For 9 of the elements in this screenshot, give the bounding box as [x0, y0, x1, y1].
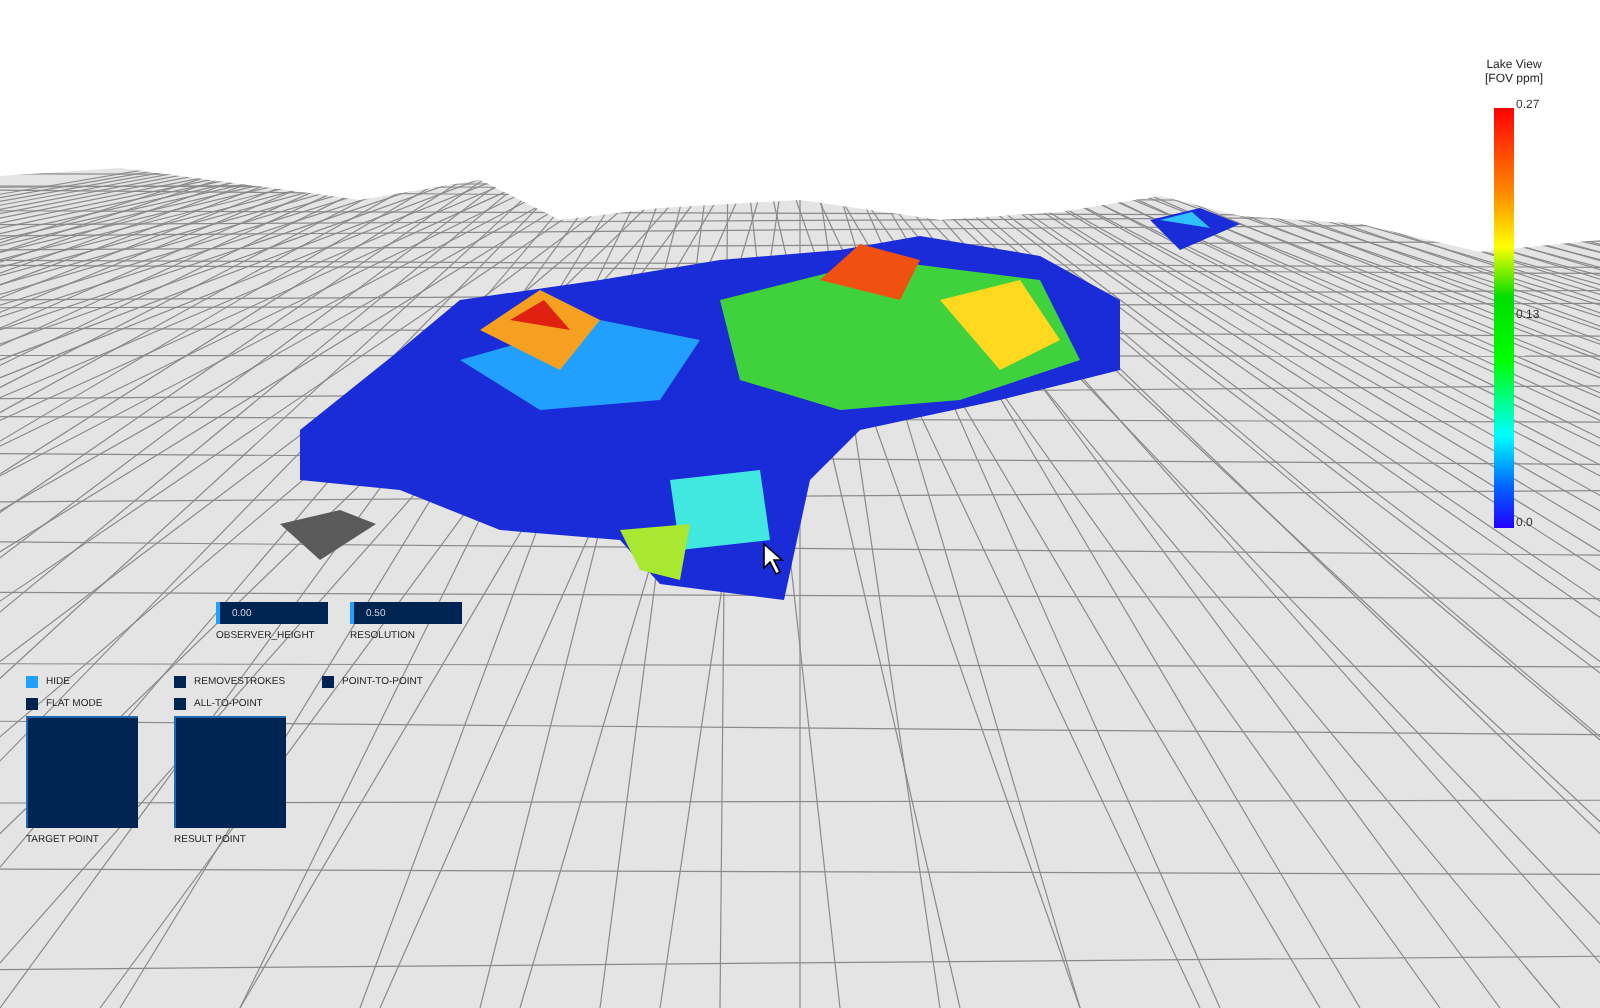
point-pad[interactable] [174, 716, 286, 828]
shaded-patch [280, 510, 376, 560]
checkbox[interactable] [26, 698, 38, 710]
checkbox[interactable] [322, 676, 334, 688]
checkbox[interactable] [26, 676, 38, 688]
checkbox[interactable] [174, 698, 186, 710]
point-pad[interactable] [26, 716, 138, 828]
cursor-icon [763, 542, 785, 576]
checkbox[interactable] [174, 676, 186, 688]
